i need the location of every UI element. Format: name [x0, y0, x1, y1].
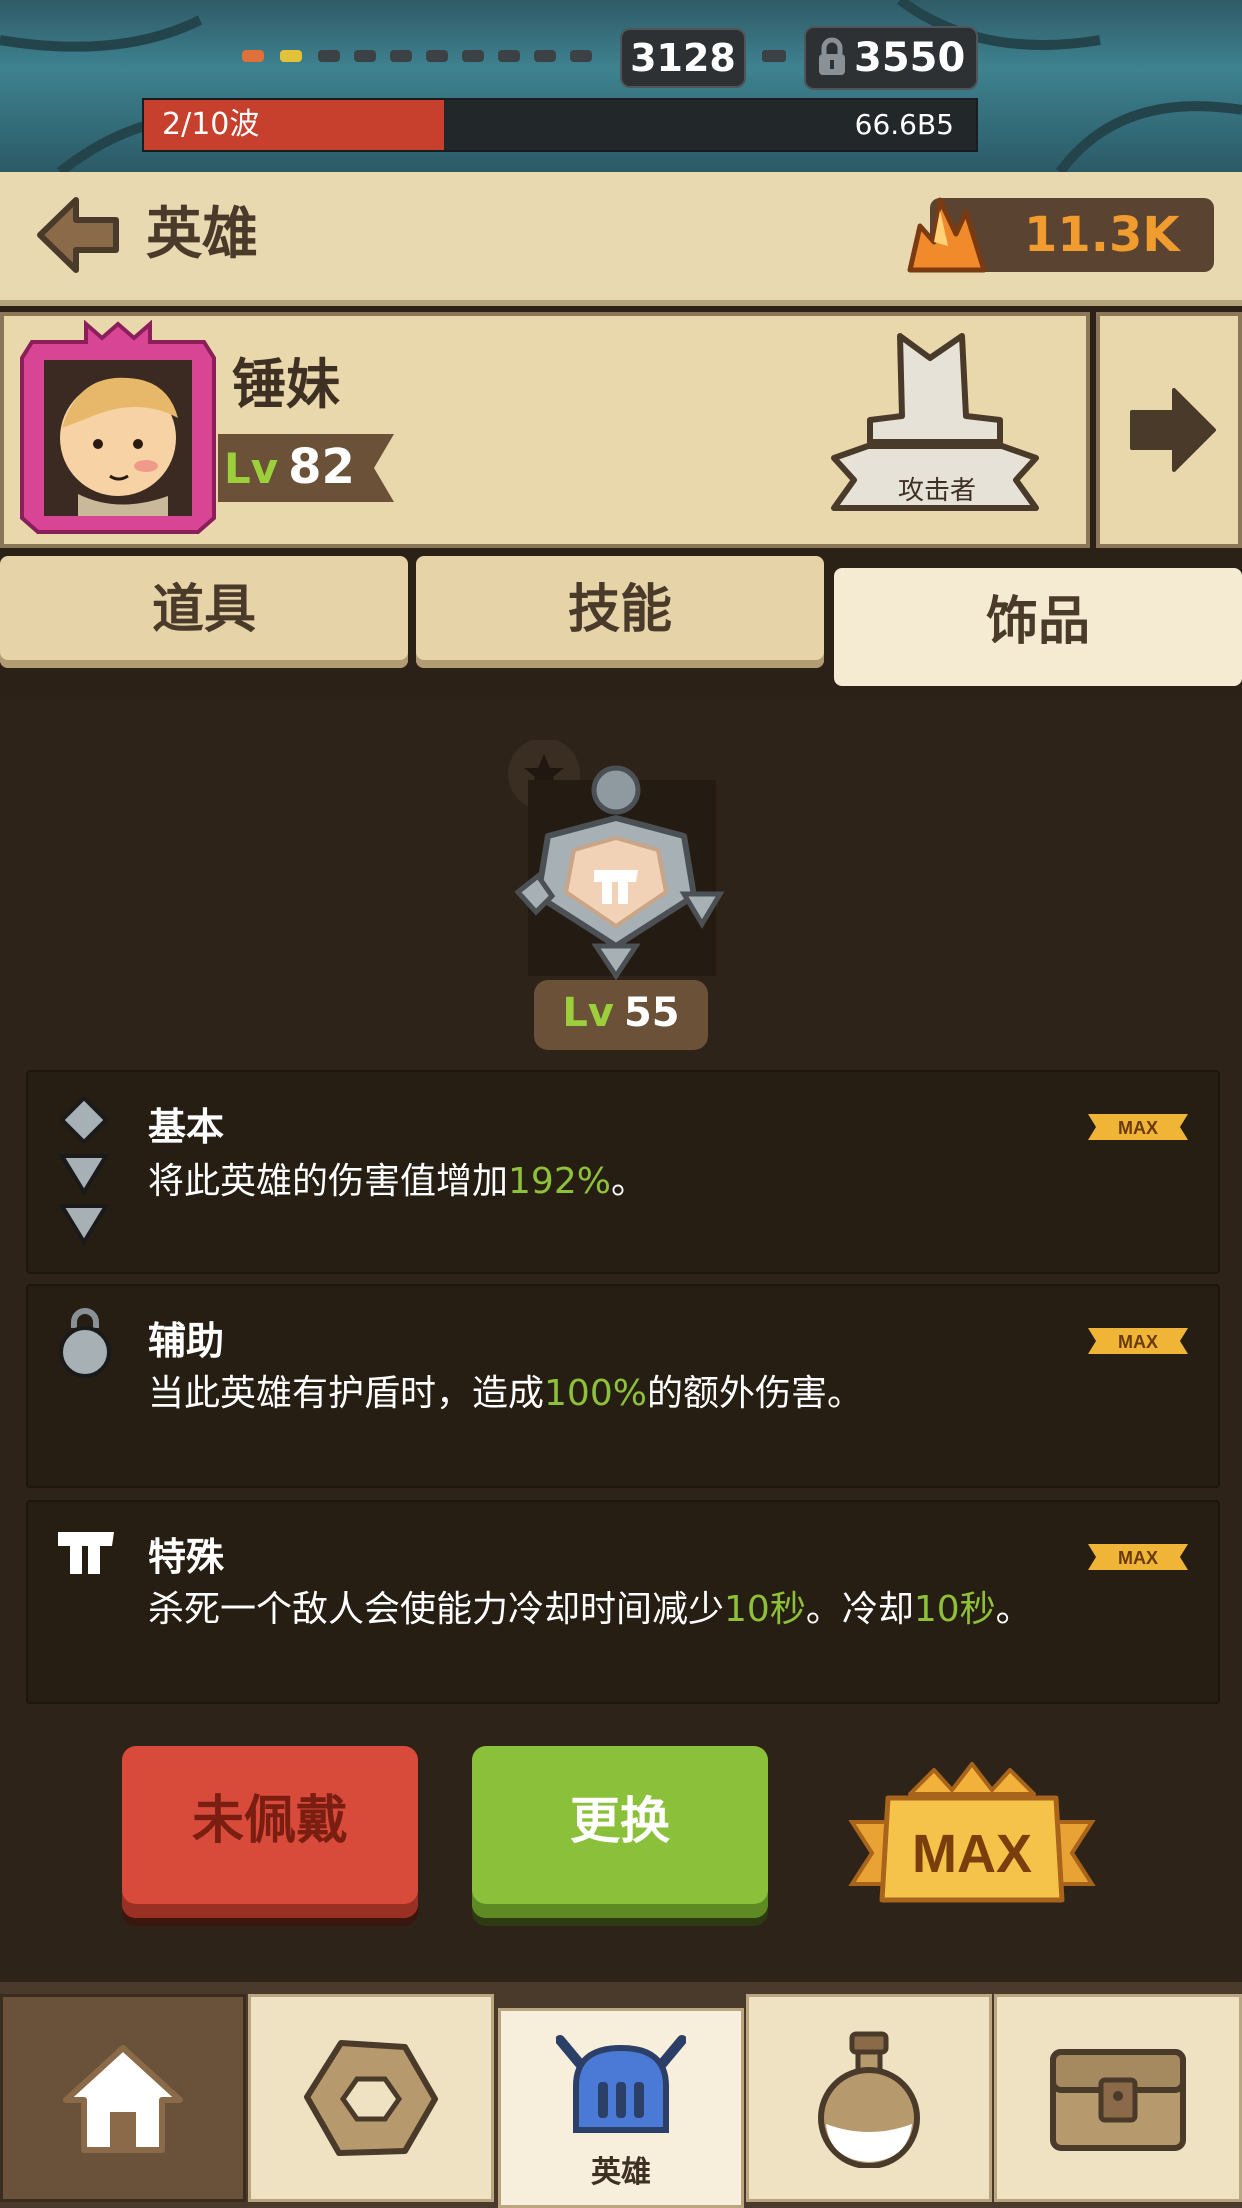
stat-title: 辅助	[148, 1319, 225, 1363]
wave-progress-bar: 2/10波 66.6B5	[142, 98, 978, 152]
stat-title: 基本	[148, 1105, 225, 1149]
game-hud: 3128 3550 2/10波 66.6B5	[0, 0, 1242, 172]
wave-dot-done	[242, 50, 264, 62]
special-rune-icon	[58, 1532, 114, 1574]
charm-level-prefix: Lv	[562, 990, 614, 1036]
home-icon	[63, 2045, 183, 2153]
page-header: 英雄 11.3K	[0, 172, 1242, 306]
wave-dot	[318, 50, 340, 62]
stat-text: 当此英雄有护盾时，造成	[148, 1373, 545, 1414]
best-score-value: 3550	[854, 35, 966, 81]
potion-flask-icon	[818, 2031, 920, 2168]
max-level-emblem: MAX	[848, 1762, 1096, 1903]
nav-heroes[interactable]: 英雄	[498, 2008, 744, 2208]
lock-icon	[819, 37, 845, 75]
wave-dot	[354, 50, 376, 62]
nav-heroes-label: 英雄	[591, 2155, 651, 2190]
wave-value: 66.6B5	[854, 108, 954, 141]
stat-text: 。	[610, 1161, 647, 1202]
tab-skills[interactable]: 技能	[416, 556, 824, 668]
hero-level: Lv 82	[224, 432, 355, 504]
tab-items[interactable]: 道具	[0, 556, 408, 668]
current-score: 3128	[620, 28, 746, 88]
stat-text: 杀死一个敌人会使能力冷却时间减少	[148, 1589, 725, 1630]
nav-potions[interactable]	[746, 1994, 992, 2202]
wave-dot	[462, 50, 484, 62]
tab-charms[interactable]: 饰品	[834, 568, 1242, 686]
bell-weight-icon	[59, 1308, 111, 1378]
next-hero-button[interactable]	[1096, 312, 1242, 548]
max-badge: MAX	[1088, 1328, 1188, 1354]
score-separator	[762, 50, 786, 62]
hero-role-label: 攻击者	[897, 476, 976, 506]
max-badge-text: MAX	[1118, 1548, 1158, 1568]
wave-dot-current	[280, 50, 302, 62]
stat-value: 10秒	[724, 1589, 806, 1630]
hero-name: 锤妹	[232, 353, 340, 416]
hero-level-value: 82	[288, 439, 355, 495]
wave-dot	[534, 50, 556, 62]
best-score: 3550	[804, 26, 978, 90]
stat-description: 杀死一个敌人会使能力冷却时间减少10秒。冷却10秒。	[148, 1580, 1032, 1632]
stat-value: 192%	[508, 1161, 611, 1202]
crystal-icon	[907, 197, 987, 273]
arrow-right-icon	[1130, 388, 1216, 472]
charm-amulet-icon[interactable]	[508, 740, 734, 990]
stat-text: 。冷却	[805, 1589, 914, 1630]
stat-title: 特殊	[148, 1535, 225, 1579]
treasure-chest-icon	[1050, 2049, 1186, 2151]
gem-shapes-icon	[58, 1095, 110, 1246]
stat-value: 100%	[544, 1373, 647, 1414]
stat-text: 将此英雄的伤害值增加	[148, 1161, 509, 1202]
stat-row-special: 特殊 杀死一个敌人会使能力冷却时间减少10秒。冷却10秒。 MAX	[26, 1500, 1220, 1704]
helmet-icon	[556, 2034, 686, 2133]
stat-text: 。	[995, 1589, 1032, 1630]
currency-value: 11.3K	[1024, 207, 1180, 263]
charm-level: Lv 55	[534, 980, 708, 1050]
wave-dot	[390, 50, 412, 62]
page-title: 英雄	[146, 202, 258, 267]
hero-level-prefix: Lv	[224, 444, 279, 493]
stat-row-basic: 基本 将此英雄的伤害值增加192%。 MAX	[26, 1070, 1220, 1274]
max-badge: MAX	[1088, 1544, 1188, 1570]
stat-value: 10秒	[913, 1589, 996, 1630]
unequip-button[interactable]: 未佩戴	[122, 1746, 418, 1918]
nav-upgrades[interactable]	[248, 1994, 494, 2202]
stat-row-auxiliary: 辅助 当此英雄有护盾时，造成100%的额外伤害。 MAX	[26, 1284, 1220, 1488]
max-emblem-text: MAX	[912, 1824, 1032, 1884]
wave-dot	[426, 50, 448, 62]
back-arrow-icon[interactable]	[36, 194, 122, 276]
stat-text: 的额外伤害。	[646, 1373, 863, 1414]
max-badge-text: MAX	[1118, 1118, 1158, 1138]
wave-label: 2/10波	[162, 107, 260, 142]
charm-level-value: 55	[623, 990, 680, 1036]
wave-dot	[570, 50, 592, 62]
hero-portrait-avatar[interactable]	[18, 318, 218, 536]
max-badge: MAX	[1088, 1114, 1188, 1140]
stat-description: 当此英雄有护盾时，造成100%的额外伤害。	[148, 1364, 863, 1416]
change-button[interactable]: 更换	[472, 1746, 768, 1918]
max-badge-text: MAX	[1118, 1332, 1158, 1352]
wave-dot	[498, 50, 520, 62]
nav-chests[interactable]	[994, 1994, 1242, 2202]
stat-description: 将此英雄的伤害值增加192%。	[148, 1152, 647, 1204]
nav-home[interactable]	[0, 1994, 246, 2202]
gear-nut-icon	[304, 2040, 438, 2156]
